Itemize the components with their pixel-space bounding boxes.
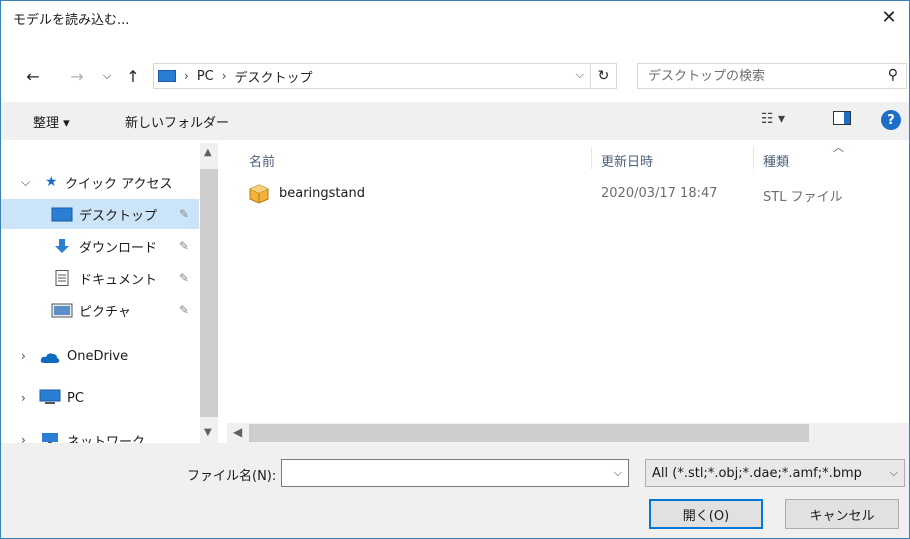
chevron-down-icon[interactable]: ⌵ bbox=[576, 68, 584, 82]
chevron-down-icon: ⌵ bbox=[21, 174, 31, 189]
address-bar[interactable]: › PC › デスクトップ ⌵ bbox=[153, 63, 591, 89]
chevron-right-icon: › bbox=[21, 433, 26, 443]
nav-onedrive[interactable]: › OneDrive bbox=[1, 341, 199, 371]
nav-item-label: ダウンロード bbox=[79, 240, 158, 256]
nav-quick-access[interactable]: ⌵ ★ クイック アクセス bbox=[1, 167, 199, 197]
nav-scrollbar[interactable]: ▲ ▼ bbox=[200, 143, 218, 443]
nav-item-desktop[interactable]: デスクトップ ✎ bbox=[1, 199, 199, 229]
nav-quick-access-label: クイック アクセス bbox=[65, 176, 173, 192]
column-header-type[interactable]: 種類 bbox=[763, 151, 789, 170]
chevron-down-icon: ⌵ bbox=[102, 69, 112, 82]
view-options-icon[interactable]: ☷ ▾ bbox=[761, 111, 785, 127]
nav-item-label: ピクチャ bbox=[79, 304, 131, 320]
breadcrumb-desktop[interactable]: デスクトップ bbox=[235, 67, 313, 86]
cloud-icon bbox=[40, 353, 60, 363]
nav-item-downloads[interactable]: ダウンロード ✎ bbox=[1, 231, 199, 261]
file-date: 2020/03/17 18:47 bbox=[601, 186, 718, 201]
search-box[interactable]: ⚲ bbox=[637, 63, 907, 89]
column-header-date[interactable]: 更新日時 bbox=[601, 151, 653, 170]
up-button[interactable]: ↑ bbox=[121, 63, 145, 89]
new-folder-button[interactable]: 新しいフォルダー bbox=[125, 112, 229, 131]
desktop-icon bbox=[51, 207, 73, 222]
nav-item-pictures[interactable]: ピクチャ ✎ bbox=[1, 295, 199, 325]
scroll-left-icon[interactable]: ◀ bbox=[233, 425, 242, 439]
document-icon bbox=[55, 270, 69, 286]
sort-up-icon: ︿ bbox=[833, 141, 844, 154]
filename-combobox[interactable]: ⌵ bbox=[281, 459, 629, 487]
filename-label: ファイル名(N): bbox=[187, 469, 277, 484]
title-bar: モデルを読み込む... ✕ bbox=[1, 1, 909, 33]
help-icon[interactable]: ? bbox=[881, 110, 901, 130]
scrollbar-thumb[interactable] bbox=[200, 169, 218, 417]
file-row[interactable]: bearingstand 2020/03/17 18:47 STL ファイル bbox=[245, 181, 865, 207]
window-title: モデルを読み込む... bbox=[13, 13, 130, 28]
nav-onedrive-label: OneDrive bbox=[67, 348, 129, 364]
cancel-button[interactable]: キャンセル bbox=[785, 499, 899, 529]
nav-item-documents[interactable]: ドキュメント ✎ bbox=[1, 263, 199, 293]
pin-icon: ✎ bbox=[179, 271, 190, 285]
dialog-footer: ファイル名(N): ⌵ All (*.stl;*.obj;*.dae;*.amf… bbox=[1, 443, 909, 538]
navigation-pane: ⌵ ★ クイック アクセス デスクトップ ✎ ダウンロード ✎ ドキュメント ✎… bbox=[1, 143, 219, 443]
nav-pc-label: PC bbox=[67, 390, 84, 406]
pc-icon bbox=[39, 389, 61, 404]
forward-button[interactable]: → bbox=[65, 63, 89, 89]
organize-menu[interactable]: 整理 ▾ bbox=[33, 112, 70, 131]
column-divider[interactable] bbox=[591, 147, 592, 169]
chevron-right-icon: › bbox=[21, 391, 26, 405]
close-button[interactable]: ✕ bbox=[869, 1, 909, 33]
picture-icon bbox=[51, 303, 73, 318]
arrow-left-icon: ← bbox=[26, 66, 40, 86]
chevron-right-icon: › bbox=[221, 69, 227, 83]
pin-icon: ✎ bbox=[179, 239, 190, 253]
column-divider[interactable] bbox=[753, 147, 754, 169]
nav-item-label: デスクトップ bbox=[79, 208, 158, 224]
nav-network-label: ネットワーク bbox=[67, 434, 146, 444]
open-button[interactable]: 開く(O) bbox=[649, 499, 763, 529]
nav-pc[interactable]: › PC bbox=[1, 383, 199, 413]
download-icon bbox=[55, 239, 69, 253]
nav-network[interactable]: › ネットワーク bbox=[1, 425, 199, 443]
chevron-down-icon[interactable]: ⌵ bbox=[614, 466, 622, 480]
chevron-down-icon: ⌵ bbox=[889, 466, 898, 479]
file-type: STL ファイル bbox=[763, 190, 843, 205]
open-model-dialog: モデルを読み込む... ✕ ← → ⌵ ↑ › PC › デスクトップ ⌵ ↻ … bbox=[0, 0, 910, 539]
command-bar: 整理 ▾ 新しいフォルダー ☷ ▾ ? bbox=[1, 102, 909, 140]
file-name: bearingstand bbox=[279, 186, 365, 201]
search-icon: ⚲ bbox=[887, 67, 898, 83]
search-input[interactable] bbox=[646, 67, 870, 85]
3d-object-icon bbox=[249, 184, 269, 204]
scroll-down-icon[interactable]: ▼ bbox=[204, 427, 212, 438]
file-type-filter-value: All (*.stl;*.obj;*.dae;*.amf;*.bmp bbox=[652, 466, 862, 481]
nav-item-label: ドキュメント bbox=[79, 272, 158, 288]
pin-icon: ✎ bbox=[179, 303, 190, 317]
scroll-up-icon[interactable]: ▲ bbox=[204, 147, 212, 158]
column-header-name[interactable]: 名前 bbox=[249, 151, 275, 170]
filename-input[interactable] bbox=[286, 460, 590, 486]
scrollbar-thumb[interactable] bbox=[249, 424, 809, 442]
pin-icon: ✎ bbox=[179, 207, 190, 221]
chevron-right-icon: › bbox=[21, 349, 26, 363]
back-button[interactable]: ← bbox=[21, 63, 45, 89]
file-type-filter[interactable]: All (*.stl;*.obj;*.dae;*.amf;*.bmp ⌵ bbox=[645, 459, 905, 487]
arrow-up-icon: ↑ bbox=[126, 66, 140, 86]
close-icon: ✕ bbox=[881, 6, 897, 28]
arrow-right-icon: → bbox=[70, 66, 84, 86]
recent-locations-button[interactable]: ⌵ bbox=[95, 63, 119, 89]
refresh-button[interactable]: ↻ bbox=[591, 63, 617, 89]
refresh-icon: ↻ bbox=[597, 68, 610, 84]
preview-pane-icon[interactable] bbox=[833, 111, 851, 129]
network-icon bbox=[42, 433, 58, 443]
chevron-right-icon: › bbox=[184, 69, 189, 83]
breadcrumb-pc[interactable]: PC bbox=[197, 69, 214, 84]
pc-icon bbox=[158, 70, 176, 82]
star-icon: ★ bbox=[45, 174, 58, 190]
file-list-hscrollbar[interactable]: ◀ bbox=[227, 423, 909, 443]
